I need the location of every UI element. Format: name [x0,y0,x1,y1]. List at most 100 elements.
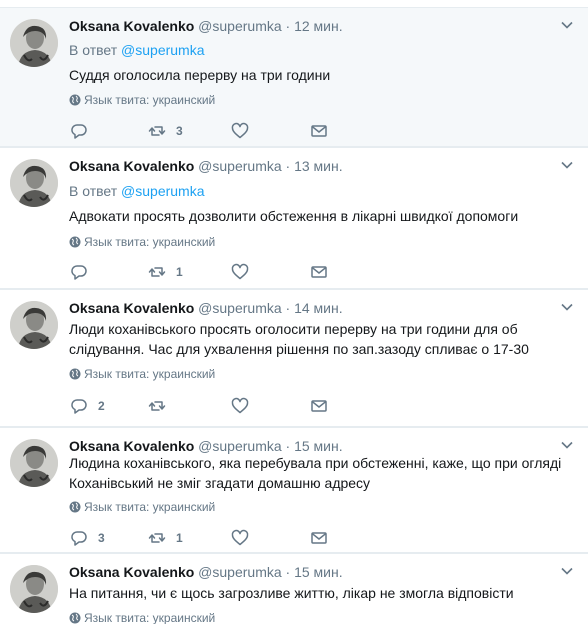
avatar[interactable] [10,565,58,613]
avatar[interactable] [10,19,58,67]
action-bar: 3 [70,121,370,141]
direct-message-button[interactable] [310,396,328,416]
tweet-timestamp[interactable]: 15 мин. [294,438,343,454]
author-handle[interactable]: @superumka [198,438,281,454]
author-name[interactable]: Oksana Kovalenko [69,18,194,34]
tweet-header: Oksana Kovalenko @superumka · 12 мин. [69,16,558,36]
tweet-header: Oksana Kovalenko @superumka · 14 мин. [69,298,558,318]
reply-to-link[interactable]: @superumka [121,183,204,199]
heart-icon [231,529,249,546]
reply-button[interactable] [70,121,98,141]
reply-icon [71,399,87,414]
author-handle[interactable]: @superumka [198,158,281,174]
tweet-language: Язык твита: украинский [69,93,215,107]
direct-message-button[interactable] [310,528,328,548]
heart-icon [231,122,249,139]
tweet[interactable]: Oksana Kovalenko @superumka · 12 мин. В … [0,7,588,147]
retweet-icon [148,126,166,136]
reply-icon [71,124,87,139]
envelope-icon [311,266,327,278]
author-name[interactable]: Oksana Kovalenko [69,300,194,316]
like-button[interactable] [231,528,259,548]
separator-dot: · [285,438,291,454]
author-handle[interactable]: @superumka [198,564,281,580]
tweet-timestamp[interactable]: 12 мин. [294,18,343,34]
tweet-language: Язык твита: украинский [69,367,215,381]
direct-message-button[interactable] [310,121,328,141]
author-name[interactable]: Oksana Kovalenko [69,438,194,454]
separator-dot: · [285,18,291,34]
tweet-header: Oksana Kovalenko @superumka · 13 мин. [69,156,558,176]
tweet-text: Люди коханівського просять оголосити пер… [69,321,529,357]
reply-button[interactable]: 2 [70,396,105,416]
reply-button[interactable]: 3 [70,528,105,548]
author-handle[interactable]: @superumka [198,18,281,34]
chevron-down-icon[interactable] [560,300,574,314]
tweet-timeline: Oksana Kovalenko @superumka · 12 мин. В … [0,0,588,624]
tweet[interactable]: Oksana Kovalenko @superumka · 14 мин. Лю… [0,289,588,427]
envelope-icon [311,532,327,544]
tweet-header: Oksana Kovalenko @superumka · 15 мин. [69,562,558,582]
retweet-count: 3 [176,124,183,138]
action-bar: 2 [70,396,370,416]
language-label: Язык твита: украинский [84,93,216,107]
envelope-icon [311,125,327,137]
avatar[interactable] [10,301,58,349]
chevron-down-icon[interactable] [560,438,574,452]
reply-button[interactable] [70,262,98,282]
tweet-text: На питання, чи є щось загрозливе життю, … [69,585,514,601]
tweet-timestamp[interactable]: 14 мин. [294,300,343,316]
tweet-text: Людина коханівського, яка перебувала при… [69,455,562,491]
globe-icon [69,501,81,513]
language-label: Язык твита: украинский [84,235,216,249]
reply-context: В ответ @superumka [69,181,205,201]
reply-to-link[interactable]: @superumka [121,42,204,58]
retweet-icon [148,401,166,411]
author-handle[interactable]: @superumka [198,300,281,316]
retweet-button[interactable] [148,396,176,416]
retweet-button[interactable]: 1 [148,262,183,282]
action-bar: 1 [70,262,370,282]
tweet[interactable]: Oksana Kovalenko @superumka · 15 мин. На… [0,553,588,624]
avatar[interactable] [10,439,58,487]
action-bar: 3 1 [70,528,370,548]
like-button[interactable] [231,121,259,141]
retweet-button[interactable]: 3 [148,121,183,141]
chevron-down-icon[interactable] [560,18,574,32]
reply-count: 3 [98,531,105,545]
like-button[interactable] [231,262,259,282]
retweet-icon [148,267,166,277]
globe-icon [69,368,81,380]
separator-dot: · [285,300,291,316]
retweet-count: 1 [176,531,183,545]
reply-count: 2 [98,399,105,413]
tweet[interactable]: Oksana Kovalenko @superumka · 15 мин. Лю… [0,427,588,553]
tweet[interactable]: Oksana Kovalenko @superumka · 13 мин. В … [0,147,588,289]
retweet-button[interactable]: 1 [148,528,183,548]
tweet-language: Язык твита: украинский [69,611,215,624]
like-button[interactable] [231,396,259,416]
separator-dot: · [285,158,291,174]
avatar[interactable] [10,159,58,207]
reply-context: В ответ @superumka [69,40,205,60]
envelope-icon [311,400,327,412]
author-name[interactable]: Oksana Kovalenko [69,564,194,580]
tweet-text: Суддя оголосила перерву на три години [69,67,331,83]
tweet-timestamp[interactable]: 13 мин. [294,158,343,174]
author-name[interactable]: Oksana Kovalenko [69,158,194,174]
tweet-language: Язык твита: украинский [69,500,215,514]
reply-icon [71,265,87,280]
reply-icon [71,531,87,546]
globe-icon [69,612,81,624]
tweet-timestamp[interactable]: 15 мин. [294,564,343,580]
chevron-down-icon[interactable] [560,158,574,172]
tweet-text: Адвокати просять дозволити обстеження в … [69,208,519,224]
reply-prefix: В ответ [69,42,118,58]
chevron-down-icon[interactable] [560,564,574,578]
heart-icon [231,263,249,280]
heart-icon [231,397,249,414]
separator-dot: · [285,564,291,580]
language-label: Язык твита: украинский [84,611,216,624]
language-label: Язык твита: украинский [84,367,216,381]
direct-message-button[interactable] [310,262,328,282]
